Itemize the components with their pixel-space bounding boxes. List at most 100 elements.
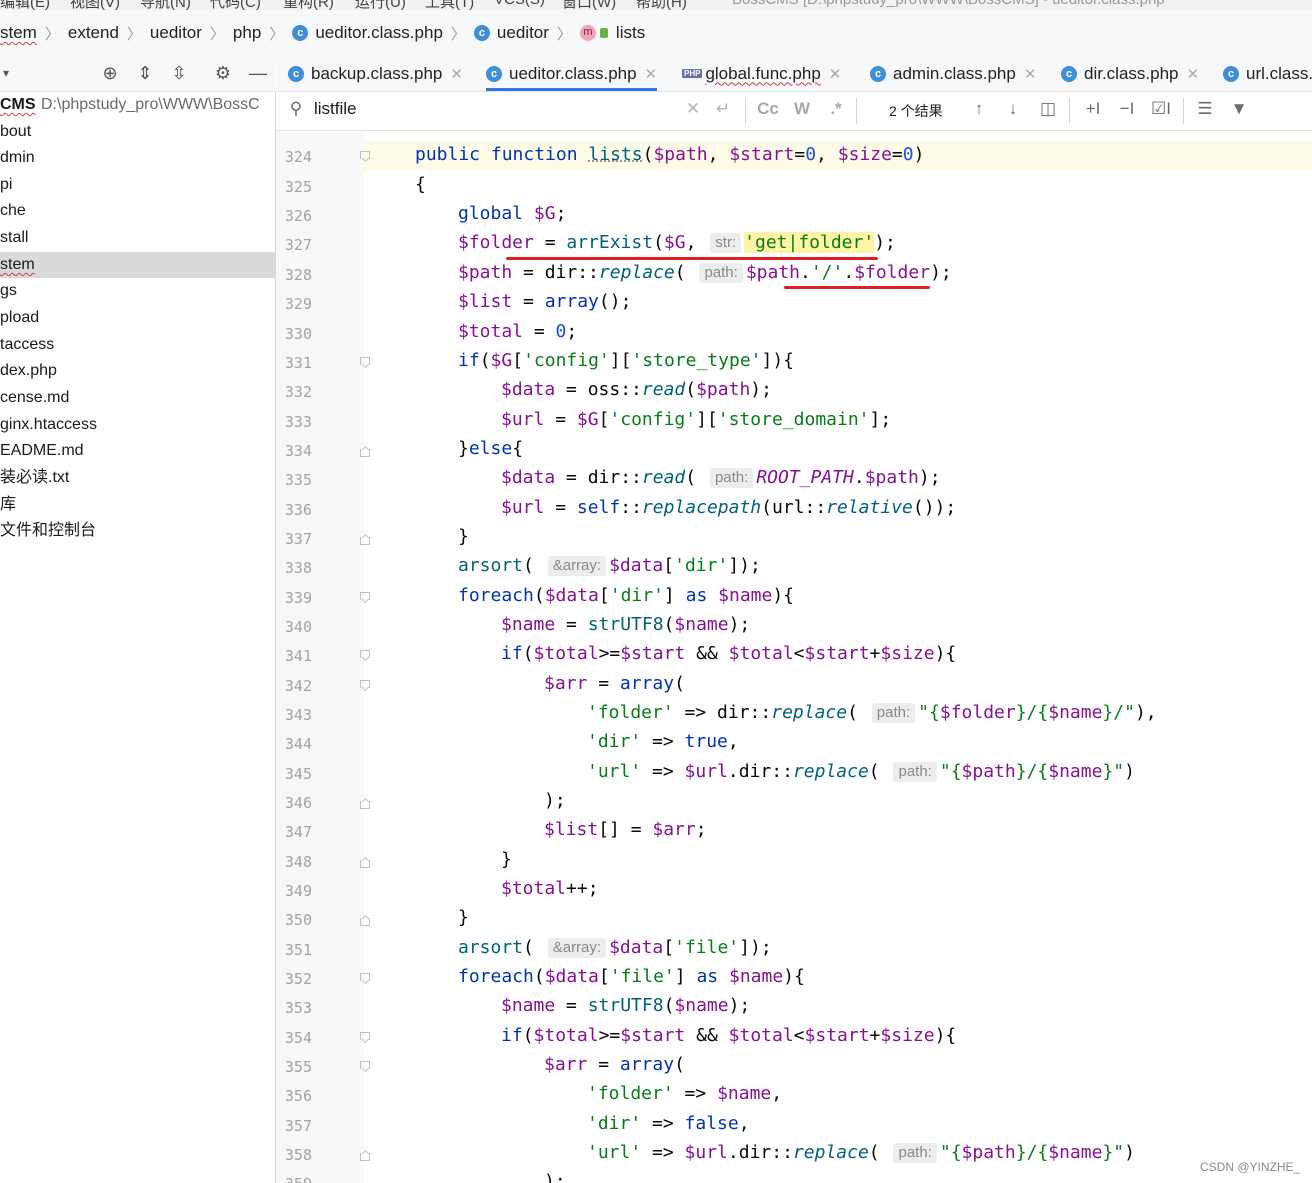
menu-vcs[interactable]: VCS(S): [494, 0, 545, 8]
code-line-357: 'dir' => false,: [587, 1113, 750, 1134]
tree-item-about[interactable]: bout: [0, 119, 275, 145]
search-icon[interactable]: ⚲: [284, 98, 308, 120]
breadcrumb-item-ueditor-dir[interactable]: ueditor: [150, 23, 202, 43]
code-line-345: 'url' => $url.dir::replace( path: "{$path…: [587, 761, 1135, 782]
select-all-occurrences-icon[interactable]: ☑Ι: [1147, 98, 1175, 120]
tree-root[interactable]: CMS D:\phpstudy_pro\WWW\BossC: [0, 92, 275, 118]
tree-item-nginx-htaccess[interactable]: ginx.htaccess: [0, 412, 275, 438]
whole-words-toggle[interactable]: W: [789, 98, 815, 120]
fold-expand-icon[interactable]: [360, 973, 370, 985]
expand-all-icon[interactable]: ⇕: [133, 61, 157, 85]
tab-ueditor-class[interactable]: c ueditor.class.php ✕: [486, 56, 658, 91]
code-line-336: $url = self::replacepath(url::relative()…: [501, 497, 957, 518]
divider: [1069, 98, 1070, 124]
fold-collapse-icon[interactable]: [360, 856, 370, 868]
tree-item-system[interactable]: stem: [0, 252, 275, 278]
menu-run[interactable]: 运行(U): [355, 0, 406, 10]
remove-occurrence-icon[interactable]: −Ι: [1113, 98, 1141, 120]
new-line-icon[interactable]: ↵: [710, 98, 736, 120]
menu-view[interactable]: 视图(V): [70, 0, 120, 10]
menu-help[interactable]: 帮助(H): [636, 0, 687, 10]
fold-expand-icon[interactable]: [360, 1032, 370, 1044]
filter-options-icon[interactable]: ☰: [1192, 98, 1218, 120]
close-icon[interactable]: ✕: [1024, 65, 1037, 83]
tree-item-install[interactable]: stall: [0, 225, 275, 251]
tab-global-func[interactable]: PHP global.func.php ✕: [682, 56, 841, 91]
fold-collapse-icon[interactable]: [360, 797, 370, 809]
tree-item-label: ginx.htaccess: [0, 416, 97, 433]
fold-expand-icon[interactable]: [360, 151, 370, 163]
arrow-down-icon[interactable]: ↓: [1000, 98, 1026, 120]
open-in-window-icon[interactable]: ◫: [1035, 98, 1061, 120]
fold-expand-icon[interactable]: [360, 1061, 370, 1073]
arrow-up-icon[interactable]: ↑: [966, 98, 992, 120]
menu-code[interactable]: 代码(C): [210, 0, 261, 10]
menu-refactor[interactable]: 重构(R): [283, 0, 334, 10]
chevron-right-icon: 〉: [269, 25, 285, 43]
fold-collapse-icon[interactable]: [360, 533, 370, 545]
menu-tools[interactable]: 工具(T): [425, 0, 474, 10]
fold-collapse-icon[interactable]: [360, 445, 370, 457]
hide-panel-icon[interactable]: —: [246, 61, 270, 85]
tree-item-label: pi: [0, 176, 13, 193]
tree-item-readme-md[interactable]: EADME.md: [0, 438, 275, 464]
tree-item-api[interactable]: pi: [0, 172, 275, 198]
gear-icon[interactable]: ⚙: [211, 61, 235, 85]
tree-item-admin[interactable]: dmin: [0, 145, 275, 171]
menu-window[interactable]: 窗口(W): [562, 0, 616, 10]
tree-item-cache[interactable]: che: [0, 198, 275, 224]
line-number: 332: [284, 383, 312, 401]
tree-item-upload[interactable]: pload: [0, 305, 275, 331]
code-line-337: }: [458, 526, 469, 547]
tab-admin-class[interactable]: c admin.class.php ✕: [870, 56, 1036, 91]
fold-expand-icon[interactable]: [360, 357, 370, 369]
code-editor[interactable]: 324 325 326 327 328 329 330 331 332 333 334 335 336 3…: [276, 131, 1312, 1183]
line-number: 335: [284, 471, 312, 489]
param-hint: &array:: [547, 556, 607, 576]
menu-edit[interactable]: 编辑(E): [0, 0, 50, 10]
dropdown-arrow-icon[interactable]: ▾: [0, 61, 18, 85]
close-icon[interactable]: ✕: [1187, 65, 1200, 83]
tab-label: backup.class.php: [311, 63, 443, 83]
breadcrumb-item-method[interactable]: m lists: [579, 23, 645, 43]
fold-expand-icon[interactable]: [360, 680, 370, 692]
tree-item-label: dmin: [0, 149, 35, 166]
close-icon[interactable]: ✕: [645, 65, 658, 83]
menu-bar: 编辑(E) 视图(V) 导航(N) 代码(C) 重构(R) 运行(U) 工具(T…: [0, 0, 1312, 10]
breadcrumb-item-file[interactable]: c ueditor.class.php: [292, 23, 443, 43]
close-icon[interactable]: ✕: [450, 65, 463, 83]
tree-item-htaccess[interactable]: taccess: [0, 332, 275, 358]
breadcrumb-item-extend[interactable]: extend: [68, 23, 119, 43]
menu-navigate[interactable]: 导航(N): [140, 0, 191, 10]
fold-expand-icon[interactable]: [360, 592, 370, 604]
tree-item-license-md[interactable]: cense.md: [0, 385, 275, 411]
breadcrumb-item-system[interactable]: stem: [0, 23, 37, 43]
tree-item-scratches[interactable]: 文件和控制台: [0, 518, 275, 544]
fold-expand-icon[interactable]: [360, 650, 370, 662]
fold-collapse-icon[interactable]: [360, 914, 370, 926]
tree-item-logs[interactable]: gs: [0, 278, 275, 304]
line-number: 337: [284, 530, 312, 548]
code-line-338: arsort( &array: $data['dir']);: [458, 555, 761, 576]
breadcrumb-item-php[interactable]: php: [233, 23, 261, 43]
tree-item-install-txt[interactable]: 装必读.txt: [0, 465, 275, 491]
breadcrumb-item-class[interactable]: c ueditor: [473, 23, 549, 43]
tab-dir-class[interactable]: c dir.class.php ✕: [1061, 56, 1199, 91]
tree-item-index-php[interactable]: dex.php: [0, 358, 275, 384]
tree-item-external-libraries[interactable]: 库: [0, 492, 275, 518]
add-occurrence-icon[interactable]: +Ι: [1079, 98, 1107, 120]
fold-collapse-icon[interactable]: [360, 1149, 370, 1161]
class-icon: c: [1061, 65, 1077, 82]
find-input[interactable]: [314, 96, 674, 122]
regex-toggle[interactable]: .*: [823, 98, 849, 120]
match-case-toggle[interactable]: Cc: [754, 98, 782, 120]
filter-icon[interactable]: ▼: [1226, 98, 1252, 120]
tab-backup-class[interactable]: c backup.class.php ✕: [288, 56, 463, 91]
tab-url-class[interactable]: c url.class.: [1223, 56, 1312, 91]
collapse-all-icon[interactable]: ⇳: [167, 61, 191, 85]
close-icon[interactable]: ✕: [829, 65, 842, 83]
code-line-349: $total++;: [501, 878, 599, 899]
locate-file-icon[interactable]: ⊕: [98, 61, 122, 85]
code-line-324: public function lists($path, $start=0, $…: [415, 144, 925, 165]
clear-icon[interactable]: ✕: [682, 98, 704, 120]
